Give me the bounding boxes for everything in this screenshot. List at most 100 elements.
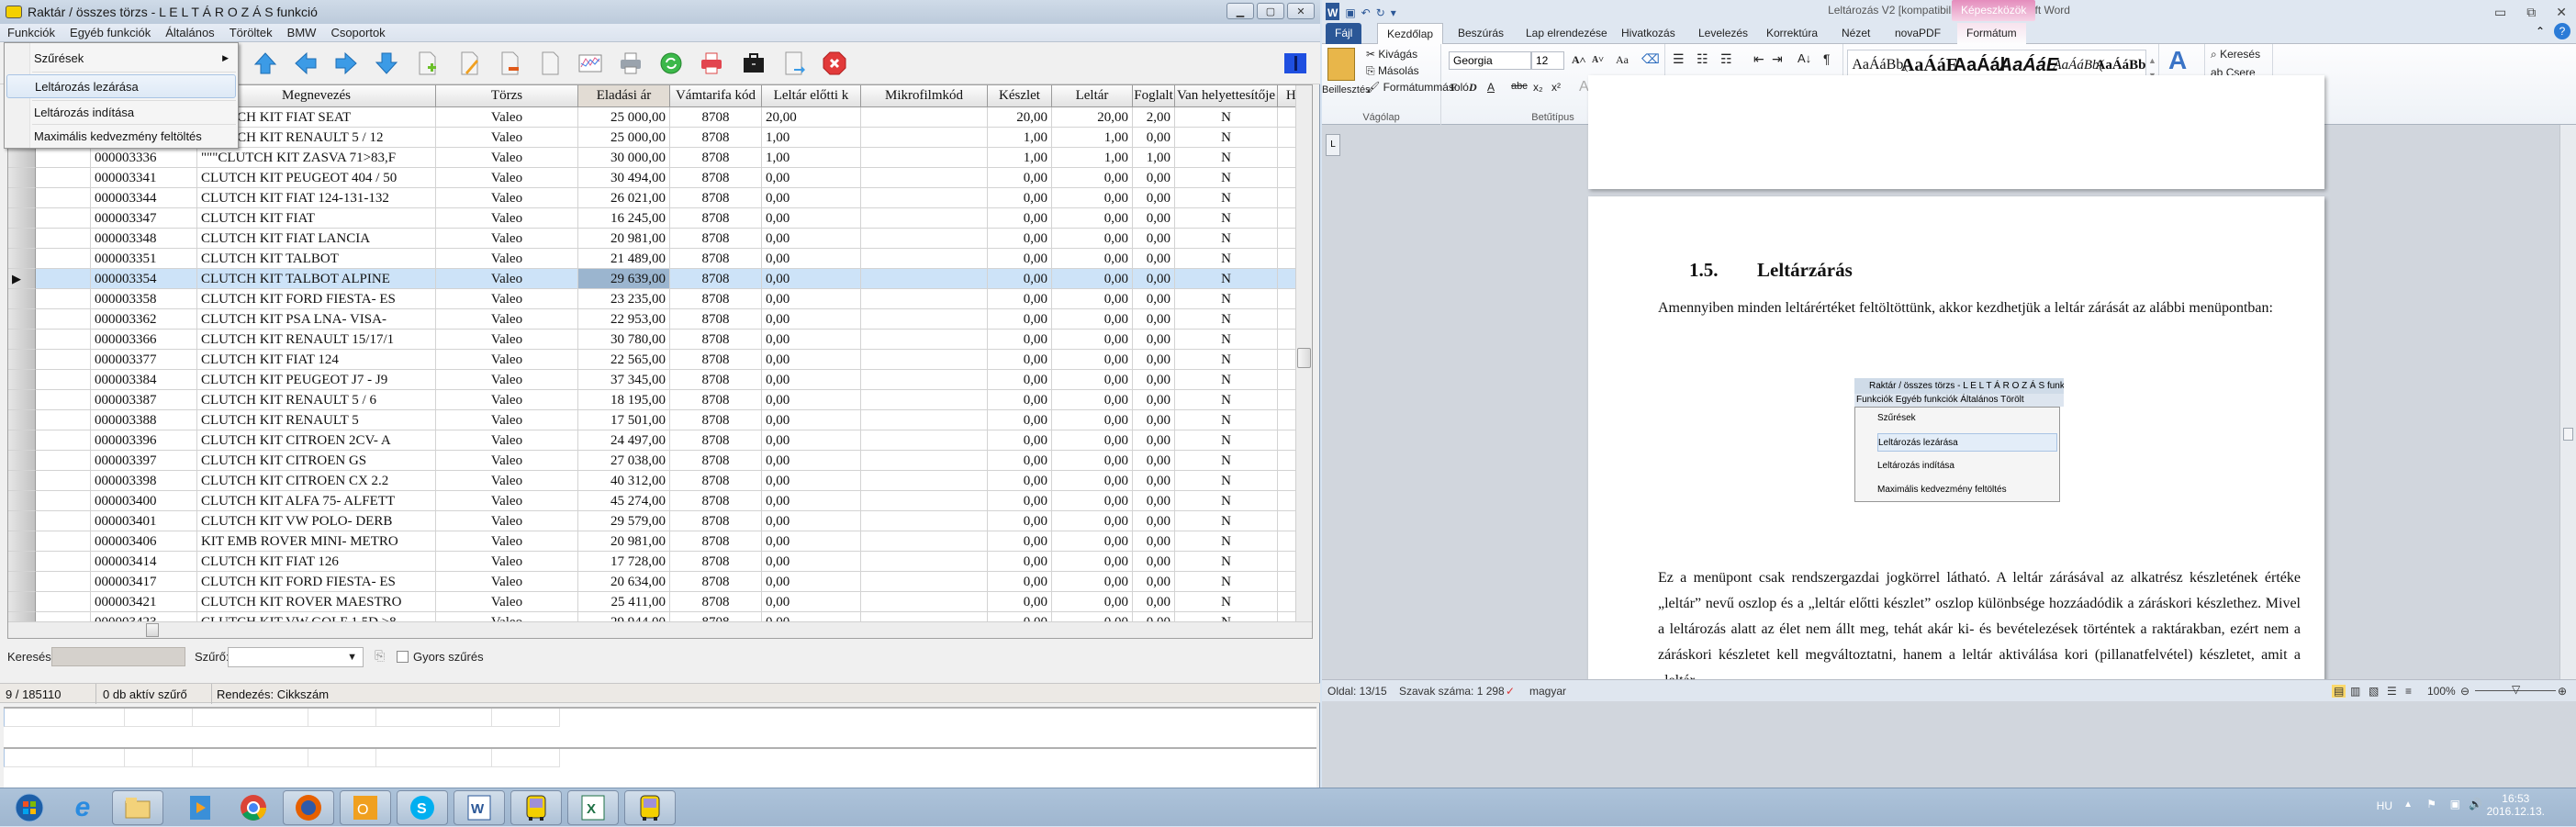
maximize-button[interactable]: ▢ (1257, 3, 1284, 19)
column-header[interactable]: Foglalt (1133, 85, 1175, 107)
arrow-left-icon[interactable] (292, 50, 319, 77)
delete-record-icon[interactable] (496, 50, 523, 77)
arrow-up-icon[interactable] (252, 50, 279, 77)
language-indicator[interactable]: HU (2377, 799, 2392, 812)
tab-review[interactable]: Korrektúra (1757, 23, 1827, 44)
tab-page-layout[interactable]: Lap elrendezése (1517, 23, 1617, 44)
row-indicator[interactable] (8, 471, 36, 491)
table-row[interactable]: 000003396 CLUTCH KIT CITROEN 2CV- A Valeo 2… (8, 430, 1312, 451)
table-row[interactable]: 000003398 CLUTCH KIT CITROEN CX 2.2 Valeo 4… (8, 471, 1312, 491)
zoom-level[interactable]: 100% (2427, 685, 2456, 698)
detail-cell[interactable] (4, 749, 125, 767)
menu-egyeb-funkciok[interactable]: Egyéb funkciók (62, 26, 158, 39)
increase-indent-icon[interactable]: ⇥ (1772, 51, 1783, 67)
word-taskbar-icon[interactable]: W (454, 790, 505, 825)
zoom-out-button[interactable]: ⊖ (2460, 685, 2470, 698)
table-row[interactable]: 000003347 CLUTCH KIT FIAT Valeo 16 245,00 87… (8, 208, 1312, 229)
change-case-button[interactable]: Aa (1616, 53, 1629, 67)
tab-selector[interactable]: L (1326, 134, 1340, 156)
detail-cell[interactable] (4, 709, 125, 727)
chrome-icon[interactable] (228, 790, 279, 825)
column-header[interactable]: Vámtarifa kód (670, 85, 762, 107)
table-row[interactable]: ▶ 000003354 CLUTCH KIT TALBOT ALPINE Valeo 2… (8, 269, 1312, 289)
column-header[interactable]: Eladási ár (578, 85, 670, 107)
new-record-icon[interactable] (413, 50, 441, 77)
row-indicator[interactable] (8, 531, 36, 552)
pilcrow-button[interactable]: ¶ (1823, 51, 1831, 66)
copy-button[interactable]: ⎘ Másolás (1366, 64, 1419, 78)
cut-button[interactable]: ✂ Kivágás (1366, 48, 1417, 61)
row-indicator[interactable] (8, 491, 36, 511)
table-row[interactable]: 000003344 CLUTCH KIT FIAT 124-131-132 Vale… (8, 188, 1312, 208)
table-row[interactable]: 000003384 CLUTCH KIT PEUGEOT J7 - J9 Valeo… (8, 370, 1312, 390)
raktar-app-icon[interactable] (510, 790, 562, 825)
edit-record-icon[interactable] (455, 50, 483, 77)
menu-toroltek[interactable]: Töröltek (222, 26, 280, 39)
row-indicator[interactable] (8, 451, 36, 471)
tab-references[interactable]: Hivatkozás (1612, 23, 1685, 44)
row-indicator[interactable] (8, 148, 36, 168)
word-restore-button[interactable]: ⧉ (2526, 2, 2536, 22)
filter-select[interactable]: ▼ (228, 647, 364, 667)
bold-button[interactable]: F (1450, 81, 1457, 95)
table-row[interactable]: 000003388 CLUTCH KIT RENAULT 5 Valeo 17 501… (8, 410, 1312, 430)
table-row[interactable]: 000003417 CLUTCH KIT FORD FIESTA- ES Valeo… (8, 572, 1312, 592)
horizontal-scroll-thumb[interactable] (146, 623, 159, 637)
table-row[interactable]: 000003377 CLUTCH KIT FIAT 124 Valeo 22 565,… (8, 350, 1312, 370)
print-red-icon[interactable] (698, 50, 725, 77)
zoom-in-button[interactable]: ⊕ (2558, 685, 2567, 698)
font-size-select[interactable]: 12 (1531, 51, 1564, 70)
full-screen-reading-icon[interactable]: ▥ (2350, 685, 2360, 698)
menu-item-max-kedvezmeny[interactable]: Maximális kedvezmény feltöltés (6, 124, 236, 148)
row-indicator[interactable] (8, 309, 36, 330)
language[interactable]: magyar (1529, 685, 1566, 698)
outlook-icon[interactable]: O (340, 790, 391, 825)
table-row[interactable]: 000003414 CLUTCH KIT FIAT 126 Valeo 17 728,… (8, 552, 1312, 572)
row-indicator[interactable] (8, 249, 36, 269)
table-row[interactable]: 000003358 CLUTCH KIT FORD FIESTA- ES Valeo… (8, 289, 1312, 309)
blank-page-icon[interactable] (536, 50, 564, 77)
clear-formatting-icon[interactable]: ⌫ (1641, 51, 1660, 67)
font-name-select[interactable]: Georgia (1449, 51, 1531, 70)
italic-button[interactable]: D (1469, 81, 1477, 95)
column-header[interactable]: Leltár (1052, 85, 1133, 107)
page-indicator[interactable]: Oldal: 13/15 (1327, 685, 1387, 698)
table-row[interactable]: 000003348 CLUTCH KIT FIAT LANCIA Valeo 20 9… (8, 229, 1312, 249)
table-row[interactable]: 000003397 CLUTCH KIT CITROEN GS Valeo 27 03… (8, 451, 1312, 471)
row-indicator[interactable] (8, 350, 36, 370)
row-indicator[interactable] (8, 390, 36, 410)
arrow-down-icon[interactable] (373, 50, 400, 77)
info-icon[interactable] (1282, 50, 1309, 77)
table-row[interactable]: 000003351 CLUTCH KIT TALBOT Valeo 21 489,00… (8, 249, 1312, 269)
print-layout-icon[interactable]: ▤ (2332, 685, 2346, 698)
word-scroll-thumb[interactable] (2563, 428, 2573, 441)
bullets-icon[interactable]: ☰ (1673, 51, 1685, 67)
table-row[interactable]: 000003387 CLUTCH KIT RENAULT 5 / 6 Valeo 18… (8, 390, 1312, 410)
table-row[interactable]: 000003406 KIT EMB ROVER MINI- METRO Valeo 2… (8, 531, 1312, 552)
internet-explorer-icon[interactable]: e (57, 790, 108, 825)
word-close-button[interactable]: ✕ (2556, 2, 2567, 22)
table-row[interactable]: 000003401 CLUTCH KIT VW POLO- DERB Valeo 29… (8, 511, 1312, 531)
row-indicator[interactable] (8, 552, 36, 572)
start-button[interactable] (4, 790, 55, 825)
numbering-icon[interactable]: ☷ (1697, 51, 1708, 67)
sort-icon[interactable]: A↓ (1798, 51, 1811, 65)
row-indicator[interactable] (8, 572, 36, 592)
column-header[interactable]: Mikrofilmkód (861, 85, 988, 107)
row-indicator[interactable] (8, 592, 36, 612)
table-row[interactable]: 000003366 CLUTCH KIT RENAULT 15/17/1 Valeo… (8, 330, 1312, 350)
paste-button[interactable]: Beillesztés (1322, 84, 1371, 95)
row-indicator[interactable] (8, 430, 36, 451)
decrease-indent-icon[interactable]: ⇤ (1753, 51, 1764, 67)
menu-csoportok[interactable]: Csoportok (323, 26, 392, 39)
menu-item-szuresek[interactable]: Szűrések ▶ (6, 46, 236, 70)
export-icon[interactable] (780, 50, 808, 77)
column-header[interactable]: Készlet (988, 85, 1052, 107)
menu-item-leltarozas-inditasa[interactable]: Leltározás indítása (6, 100, 236, 124)
column-header[interactable]: Leltár előtti k (762, 85, 861, 107)
clear-filter-icon[interactable]: ⎘ (375, 648, 385, 664)
word-vertical-scrollbar[interactable] (2559, 125, 2576, 679)
row-indicator[interactable] (8, 188, 36, 208)
table-row[interactable]: 000003336 """CLUTCH KIT ZASVA 71>83,F Vale… (8, 148, 1312, 168)
shrink-font-button[interactable]: A˅ (1592, 55, 1604, 65)
